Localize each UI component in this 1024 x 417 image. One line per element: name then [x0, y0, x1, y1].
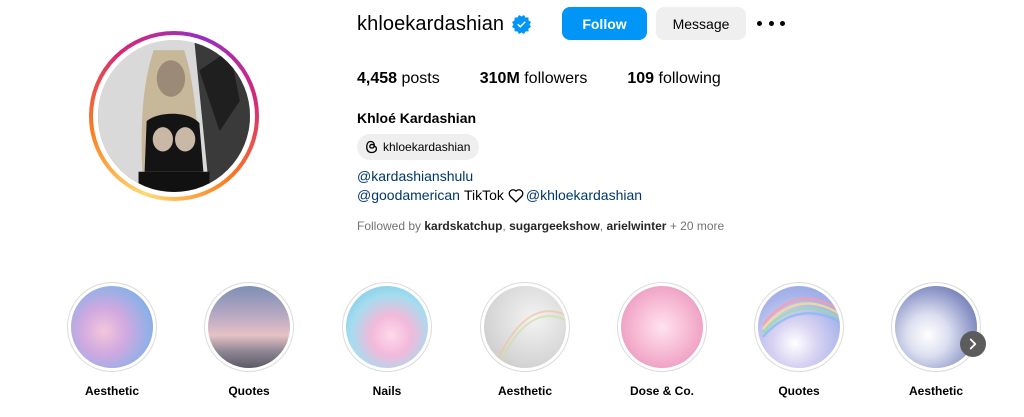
more-options-icon[interactable]: [757, 13, 785, 33]
username-row: khloekardashian: [357, 8, 532, 40]
following-count: 109: [627, 70, 655, 87]
username: khloekardashian: [357, 12, 505, 35]
followed-by[interactable]: Followed by kardskatchup, sugargeekshow,…: [357, 219, 724, 233]
highlight-ring: [754, 282, 844, 372]
avatar-photo: [98, 40, 250, 192]
full-name: Khloé Kardashian: [357, 110, 477, 126]
followed-by-user: arielwinter: [606, 219, 667, 233]
following-label: following: [658, 70, 721, 87]
rainbow-graphic: [761, 297, 840, 338]
posts-stat: 4,458 posts: [357, 70, 440, 88]
highlight-cover: [621, 286, 703, 368]
highlight-label: Dose & Co.: [629, 384, 694, 398]
profile-stats: 4,458 posts 310M followers 109 following: [357, 70, 761, 88]
followers-count: 310M: [479, 70, 520, 87]
followers-label: followers: [524, 70, 588, 87]
avatar[interactable]: [98, 40, 250, 192]
highlight-label: Aesthetic: [908, 384, 964, 398]
rainbow-graphic: [492, 310, 566, 368]
threads-link[interactable]: khloekardashian: [357, 134, 480, 160]
threads-icon: [366, 140, 378, 154]
dot: [757, 20, 762, 26]
highlight-cover: [484, 286, 566, 368]
highlight-ring: [342, 282, 432, 372]
following-stat[interactable]: 109 following: [627, 70, 720, 88]
followed-by-user: kardskatchup: [424, 219, 503, 233]
posts-count: 4,458: [357, 70, 398, 87]
bio-mention-link[interactable]: @goodamerican: [357, 187, 460, 203]
threads-handle: khloekardashian: [383, 140, 471, 154]
story-highlight[interactable]: Quotes: [204, 282, 294, 398]
highlight-cover: [208, 286, 290, 368]
highlight-cover: [71, 286, 153, 368]
dot: [768, 20, 774, 26]
verified-badge-icon: [512, 14, 532, 34]
highlight-ring: [204, 282, 294, 372]
followed-by-user: sugargeekshow: [509, 219, 600, 233]
story-highlight[interactable]: Aesthetic: [67, 282, 157, 398]
posts-label: posts: [401, 70, 440, 87]
followed-by-more: + 20 more: [669, 219, 725, 233]
highlight-label: Aesthetic: [84, 384, 140, 398]
followed-by-prefix: Followed by: [357, 219, 422, 233]
highlight-cover: [895, 286, 977, 368]
highlight-label: Aesthetic: [497, 384, 553, 398]
highlights-next-button[interactable]: [960, 331, 986, 357]
highlight-label: Nails: [372, 384, 402, 398]
message-button[interactable]: Message: [656, 7, 746, 40]
story-highlight[interactable]: Aesthetic: [480, 282, 570, 398]
bio-mention-link[interactable]: @kardashianshulu: [357, 168, 473, 184]
bio-line-2: @goodamerican TikTok @khloekardashian: [357, 187, 642, 203]
highlight-ring: [67, 282, 157, 372]
dot: [780, 20, 785, 26]
followers-stat[interactable]: 310M followers: [480, 70, 588, 88]
story-highlight[interactable]: Nails: [342, 282, 432, 398]
highlight-label: Quotes: [778, 384, 820, 398]
highlight-ring: [891, 282, 981, 372]
avatar-inner: [93, 35, 255, 197]
highlight-cover: [346, 286, 428, 368]
profile-avatar-story-ring[interactable]: [89, 31, 259, 201]
story-highlight[interactable]: Quotes: [754, 282, 844, 398]
highlight-ring: [480, 282, 570, 372]
chevron-right-icon: [969, 338, 977, 350]
bio-text: TikTok: [463, 187, 504, 203]
highlight-label: Quotes: [228, 384, 270, 398]
story-highlight[interactable]: Dose & Co.: [617, 282, 707, 398]
highlight-ring: [617, 282, 707, 372]
bio-mention-link[interactable]: @khloekardashian: [526, 187, 642, 203]
follow-button[interactable]: Follow: [562, 7, 647, 40]
heart-icon: [508, 188, 524, 203]
highlight-cover: [758, 286, 840, 368]
